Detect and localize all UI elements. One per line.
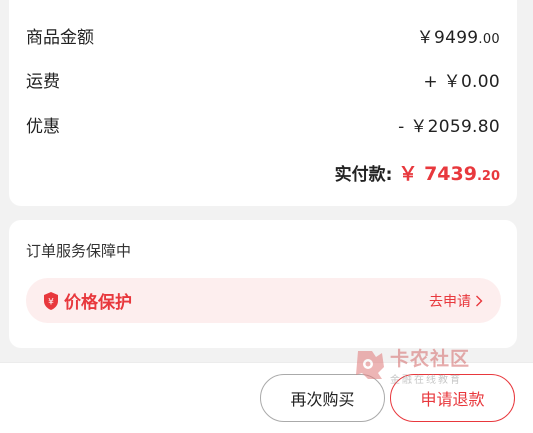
apply-link[interactable]: 去申请 xyxy=(429,291,483,311)
actual-payment-amount: ￥ 7439.20 xyxy=(398,159,500,186)
service-title: 订单服务保障中 xyxy=(26,242,132,260)
actual-payment-row: 实付款: ￥ 7439.20 xyxy=(335,159,500,189)
apply-link-label: 去申请 xyxy=(429,293,471,310)
actual-payment-currency: ￥ xyxy=(398,163,418,185)
rebuy-button[interactable]: 再次购买 xyxy=(260,374,385,422)
svg-text:¥: ¥ xyxy=(48,297,54,307)
price-protection-item[interactable]: ¥ 价格保护 去申请 xyxy=(26,278,501,323)
shipping-value: + ￥0.00 xyxy=(423,71,500,92)
goods-amount-row: 商品金额 ￥9499.00 xyxy=(26,20,500,50)
service-guarantee-card: 订单服务保障中 ¥ 价格保护 去申请 xyxy=(9,220,517,348)
actual-payment-main: 7439 xyxy=(424,163,477,185)
goods-amount-value: ￥9499.00 xyxy=(417,23,500,48)
discount-label: 优惠 xyxy=(26,116,60,137)
shield-icon: ¥ xyxy=(44,291,58,310)
chevron-right-icon xyxy=(476,295,483,306)
goods-amount-label: 商品金额 xyxy=(26,27,94,48)
goods-amount-decimal: .00 xyxy=(478,31,500,47)
actual-payment-label: 实付款: xyxy=(334,165,393,185)
price-summary-card: 商品金额 ￥9499.00 运费 + ￥0.00 优惠 - ￥2059.80 实… xyxy=(9,0,517,206)
bottom-action-bar: 再次购买 申请退款 xyxy=(0,362,533,433)
refund-button[interactable]: 申请退款 xyxy=(390,374,515,422)
price-protection-label: 价格保护 xyxy=(64,293,132,313)
discount-value: - ￥2059.80 xyxy=(398,116,500,137)
actual-payment-decimal: .20 xyxy=(476,169,500,184)
shipping-row: 运费 + ￥0.00 xyxy=(26,64,500,94)
goods-amount-main: ￥9499 xyxy=(416,27,479,48)
discount-row: 优惠 - ￥2059.80 xyxy=(26,109,500,139)
shipping-label: 运费 xyxy=(26,71,60,92)
